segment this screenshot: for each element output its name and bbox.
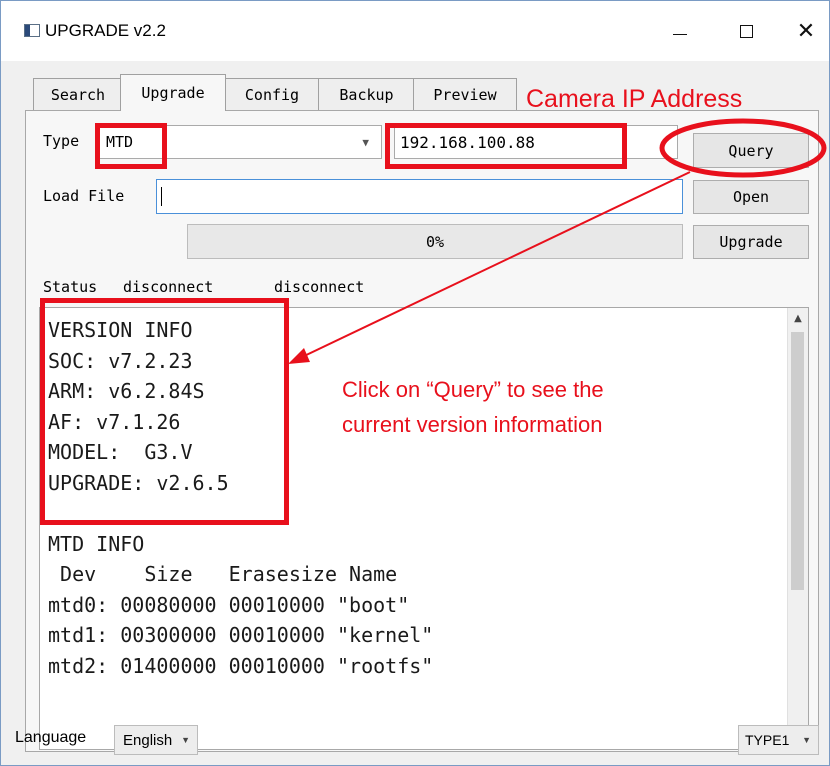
version-highlight-box [40, 298, 289, 525]
status-value-primary: disconnect [123, 278, 214, 296]
tab-preview[interactable]: Preview [413, 78, 517, 110]
close-button[interactable]: ✕ [783, 13, 829, 49]
title-bar: UPGRADE v2.2 ✕ [1, 1, 829, 61]
language-value: English [123, 732, 173, 749]
log-scrollbar[interactable]: ▲ ▼ [787, 308, 808, 749]
maximize-button[interactable] [723, 13, 769, 49]
chevron-down-icon: ▼ [181, 735, 190, 745]
device-type-select[interactable]: TYPE1 ▼ [738, 725, 819, 755]
scroll-thumb[interactable] [791, 332, 804, 590]
chevron-down-icon: ▼ [802, 735, 811, 745]
triangle-up-icon[interactable]: ▲ [788, 308, 808, 328]
language-label: Language [15, 729, 87, 746]
open-button[interactable]: Open [693, 180, 809, 214]
query-button[interactable]: Query [693, 133, 809, 168]
tab-upgrade[interactable]: Upgrade [120, 74, 226, 111]
load-file-label: Load File [43, 187, 125, 205]
type-highlight-box [95, 123, 167, 169]
close-icon: ✕ [796, 18, 816, 44]
text-caret [161, 187, 162, 206]
language-select[interactable]: English ▼ [114, 725, 198, 755]
camera-ip-annotation: Camera IP Address [526, 85, 743, 113]
tab-backup[interactable]: Backup [318, 78, 415, 110]
status-label: Status [43, 278, 98, 296]
status-value-secondary: disconnect [274, 278, 365, 296]
log-line: Dev Size Erasesize Name [48, 562, 398, 586]
tab-search[interactable]: Search [33, 78, 123, 110]
tab-config[interactable]: Config [224, 78, 320, 110]
type-label: Type [43, 132, 80, 150]
chevron-down-icon: ▼ [362, 136, 369, 149]
log-line: mtd2: 01400000 00010000 "rootfs" [48, 653, 434, 678]
minimize-button[interactable] [657, 13, 703, 49]
window-title: UPGRADE v2.2 [45, 21, 166, 40]
query-hint-line-1: Click on “Query” to see the [342, 377, 604, 402]
app-window-icon [24, 24, 40, 37]
query-hint-line-2: current version information [342, 412, 603, 437]
ip-highlight-box [385, 123, 627, 169]
progress-text: 0% [425, 233, 445, 251]
upgrade-button[interactable]: Upgrade [693, 225, 809, 259]
load-file-input[interactable] [156, 179, 683, 214]
minimize-icon [673, 33, 687, 35]
maximize-icon [739, 24, 753, 38]
log-line: mtd0: 00080000 00010000 "boot" [48, 592, 410, 617]
log-line: MTD INFO [48, 531, 145, 556]
log-line: mtd1: 00300000 00010000 "kernel" [48, 623, 434, 647]
upgrade-progress-bar: 0% [187, 224, 683, 259]
device-type-value: TYPE1 [745, 732, 790, 748]
